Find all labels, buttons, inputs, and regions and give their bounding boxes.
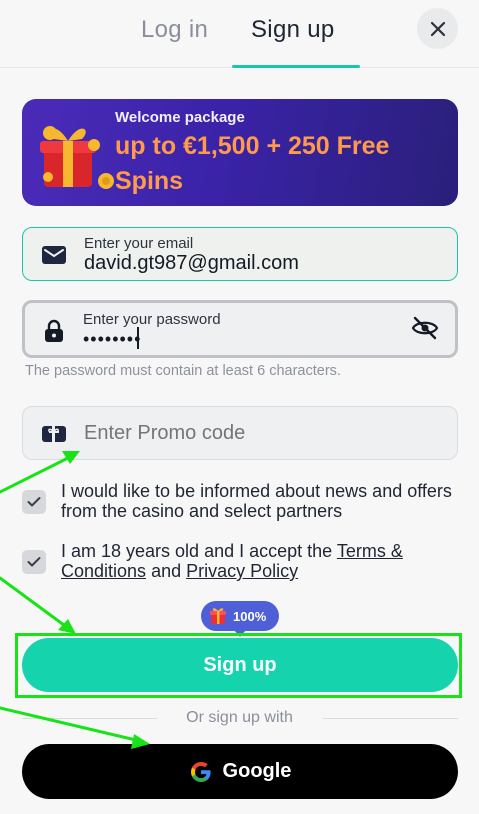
divider-line-right bbox=[323, 718, 458, 719]
news-consent-label: I would like to be informed about news a… bbox=[61, 481, 452, 521]
password-hint: The password must contain at least 6 cha… bbox=[25, 363, 341, 379]
age-consent-label: I am 18 years old and I accept the Terms… bbox=[61, 541, 461, 581]
close-icon bbox=[430, 21, 445, 36]
tab-login[interactable]: Log in bbox=[141, 16, 208, 44]
privacy-policy-link[interactable]: Privacy Policy bbox=[186, 561, 298, 581]
lock-icon bbox=[45, 319, 63, 342]
envelope-icon bbox=[42, 246, 66, 264]
promo-code-input[interactable] bbox=[84, 422, 444, 445]
password-label: Enter your password bbox=[83, 311, 221, 328]
google-button-label: Google bbox=[222, 760, 292, 782]
password-field[interactable]: Enter your password •••••••• bbox=[22, 300, 458, 358]
age-consent-checkbox[interactable] bbox=[22, 550, 46, 574]
promo-ticket-icon bbox=[42, 426, 66, 442]
promo-code-field[interactable] bbox=[22, 406, 458, 460]
welcome-banner[interactable]: Welcome package up to €1,500 + 250 Free … bbox=[22, 99, 458, 206]
gift-icon bbox=[210, 608, 226, 624]
password-value: •••••••• bbox=[83, 329, 142, 349]
age-consent-and: and bbox=[146, 561, 187, 581]
google-signup-button[interactable]: Google bbox=[22, 744, 458, 799]
email-label: Enter your email bbox=[84, 235, 194, 252]
active-tab-indicator bbox=[232, 65, 360, 68]
tab-signup[interactable]: Sign up bbox=[251, 16, 335, 44]
bonus-badge: 100% bbox=[201, 601, 279, 637]
check-icon bbox=[27, 557, 41, 567]
email-field[interactable]: Enter your email david.gt987@gmail.com bbox=[22, 227, 458, 281]
gift-icon bbox=[40, 126, 114, 189]
banner-title: up to €1,500 + 250 Free Spins bbox=[115, 132, 390, 195]
news-consent-checkbox[interactable] bbox=[22, 490, 46, 514]
eye-off-icon[interactable] bbox=[411, 315, 439, 341]
text-caret bbox=[137, 327, 139, 349]
close-button[interactable] bbox=[417, 8, 458, 49]
bonus-badge-text: 100% bbox=[233, 608, 267, 624]
email-value: david.gt987@gmail.com bbox=[84, 252, 299, 274]
auth-tabs: Log in Sign up bbox=[0, 0, 479, 68]
signup-button[interactable]: Sign up bbox=[22, 638, 458, 692]
age-consent-prefix: I am 18 years old and I accept the bbox=[61, 541, 337, 561]
annotation-arrow-checkbox bbox=[0, 576, 70, 630]
banner-subtitle: Welcome package bbox=[115, 109, 245, 126]
google-icon bbox=[189, 760, 213, 784]
check-icon bbox=[27, 497, 41, 507]
